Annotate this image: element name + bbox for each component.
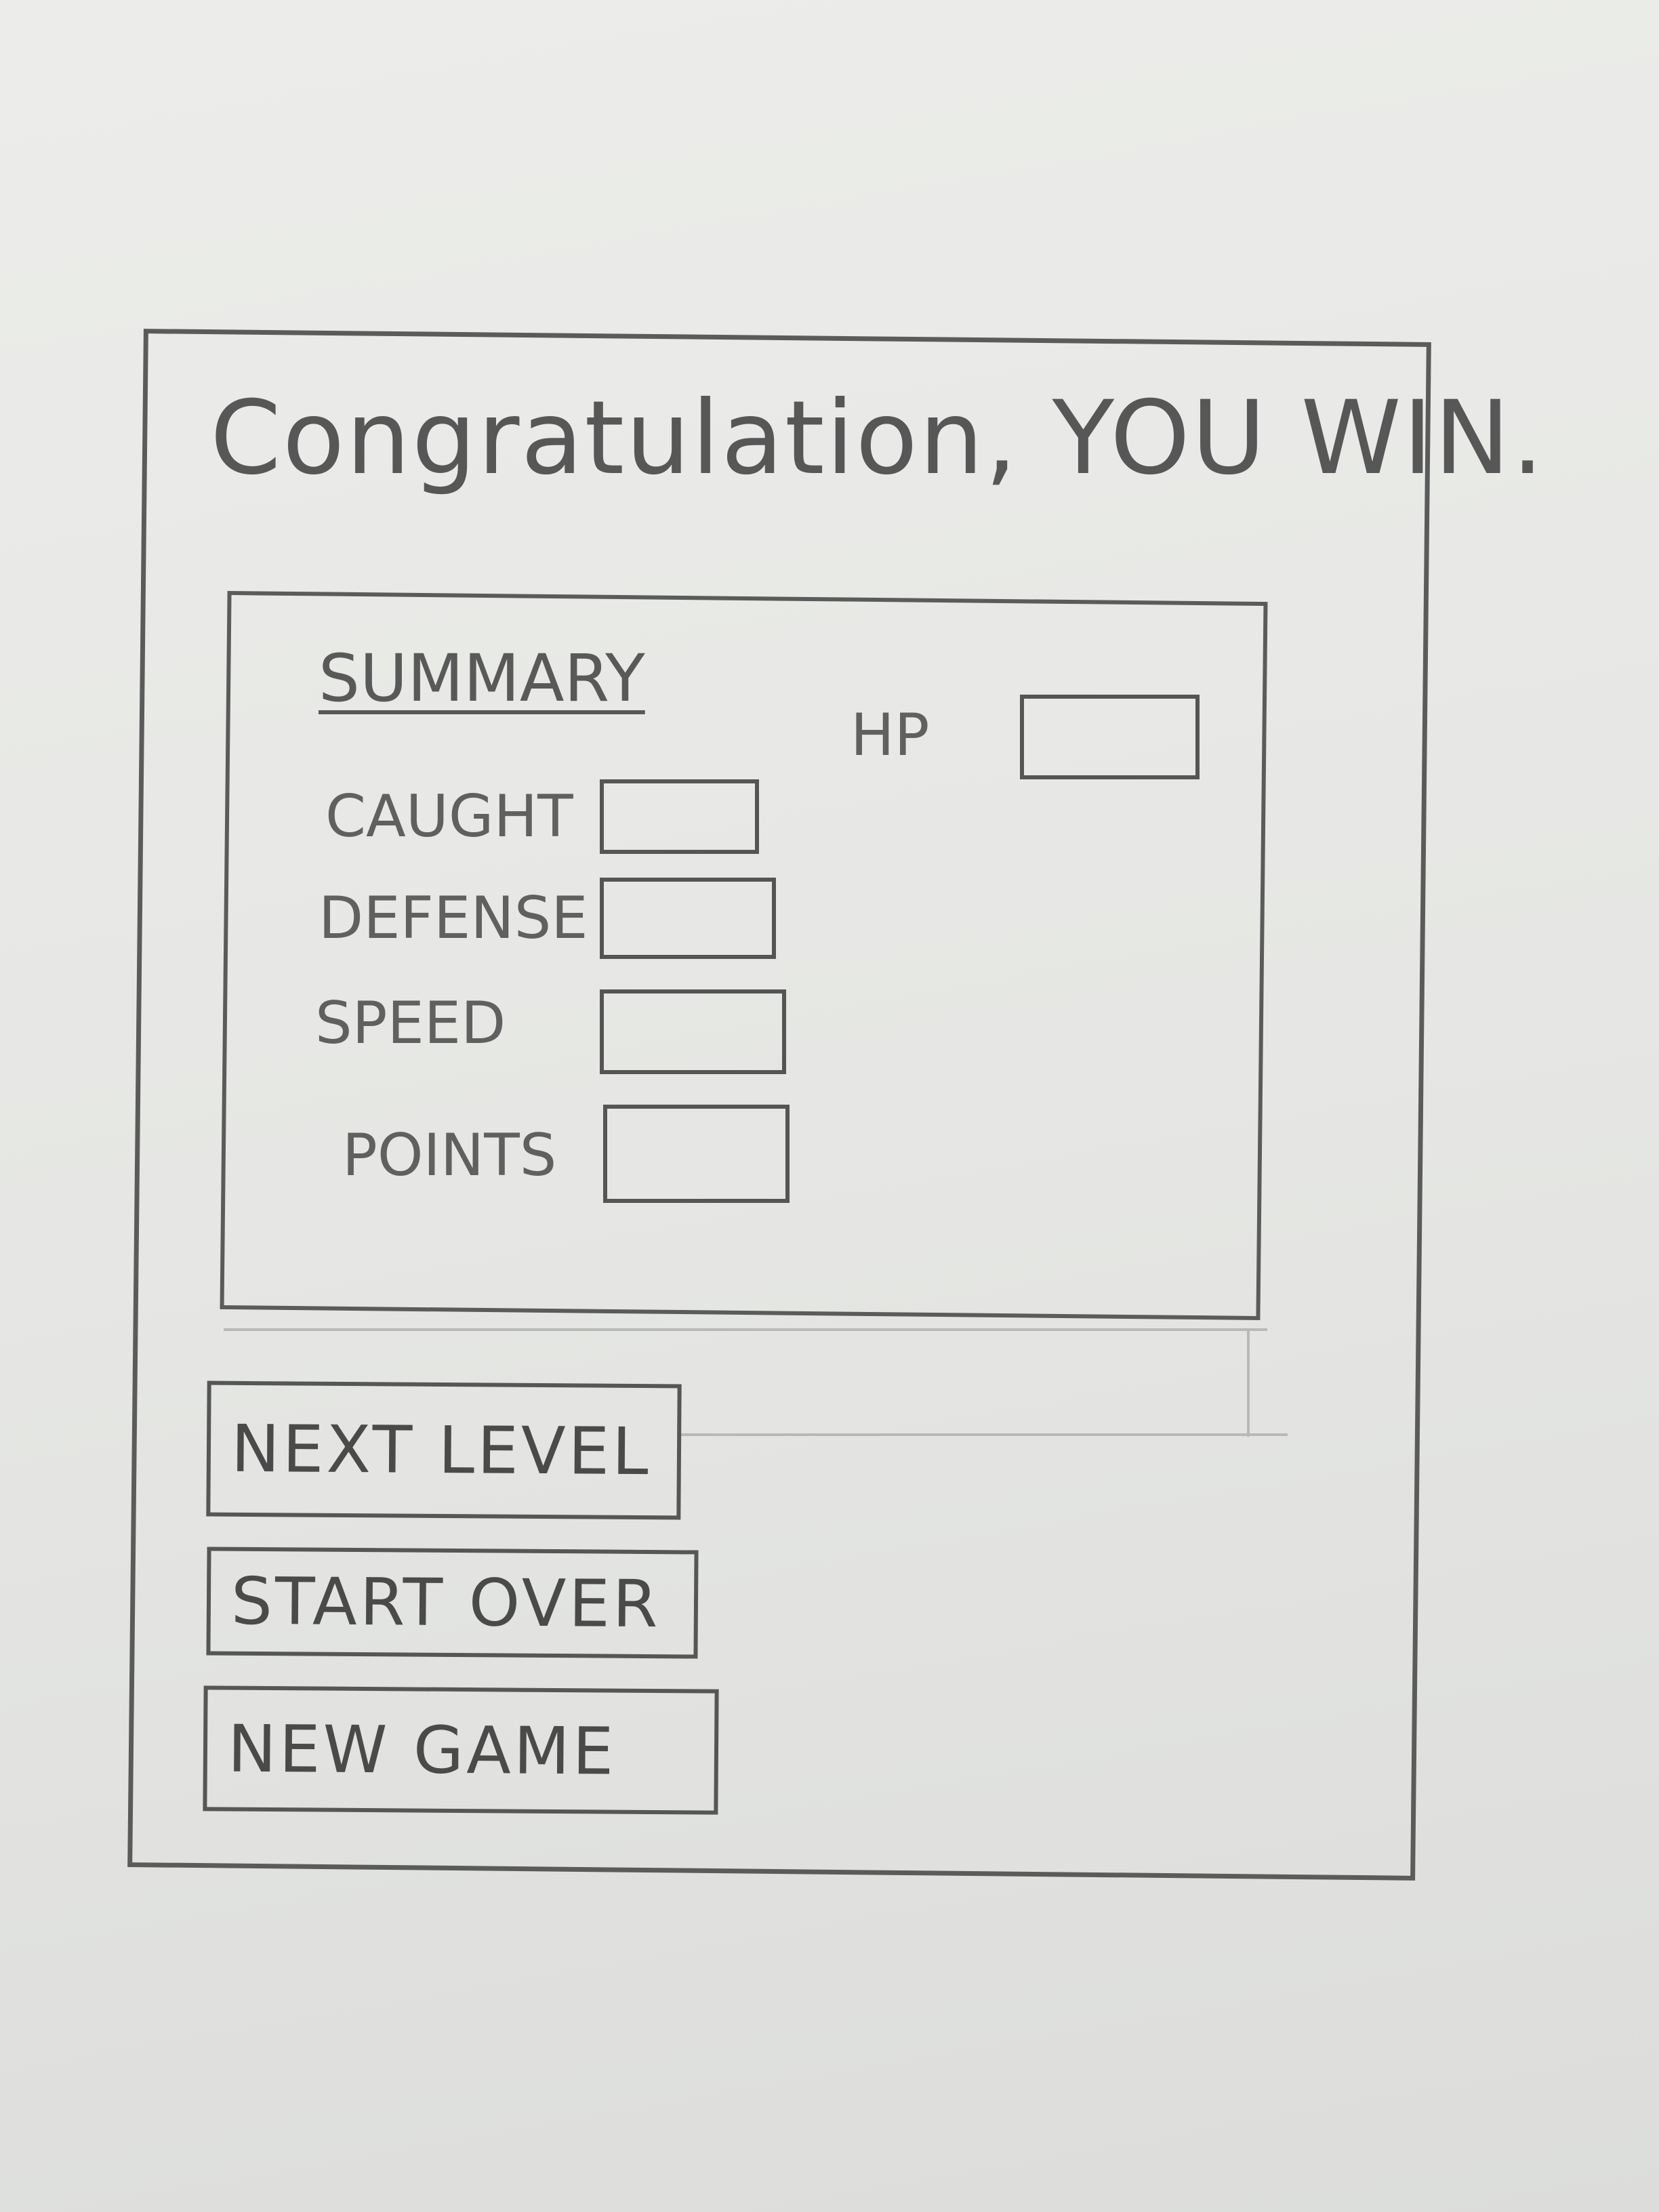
summary-heading: SUMMARY (319, 640, 645, 716)
speed-label: SPEED (315, 989, 506, 1057)
start-over-button[interactable]: START OVER (206, 1547, 699, 1659)
speed-field[interactable] (600, 989, 786, 1074)
defense-field[interactable] (600, 878, 776, 959)
hp-field[interactable] (1020, 695, 1200, 779)
next-level-button[interactable]: NEXT LEVEL (206, 1380, 682, 1520)
hp-label: HP (851, 701, 930, 769)
defense-label: DEFENSE (319, 884, 588, 952)
points-field[interactable] (603, 1105, 790, 1203)
win-message-title: Congratulation, YOU WIN. (210, 380, 1545, 497)
points-label: POINTS (342, 1122, 557, 1189)
caught-label: CAUGHT (325, 783, 573, 851)
new-game-button[interactable]: NEW GAME (203, 1685, 719, 1815)
caught-field[interactable] (600, 779, 759, 854)
